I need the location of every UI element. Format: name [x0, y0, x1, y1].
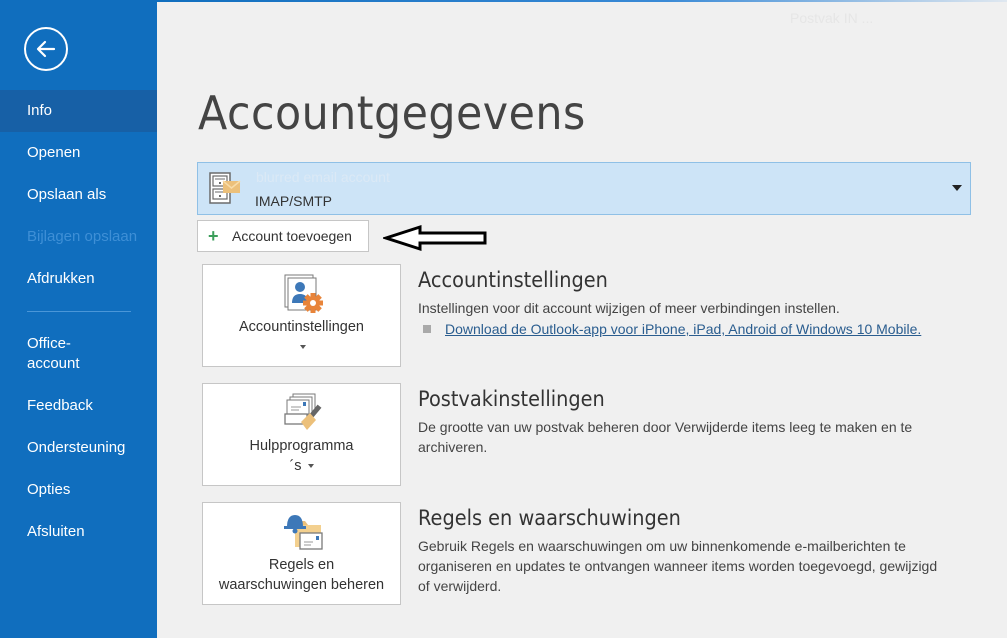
- account-settings-tile[interactable]: Accountinstellingen: [202, 264, 401, 367]
- page-title: Accountgegevens: [198, 86, 586, 140]
- file-cabinet-mail-icon: [209, 172, 241, 204]
- sidebar-item-office-account[interactable]: Office-account: [0, 323, 90, 385]
- section-heading: Regels en waarschuwingen: [418, 506, 681, 530]
- sidebar-item-bijlagen-opslaan: Bijlagen opslaan: [27, 228, 138, 245]
- section-heading: Postvakinstellingen: [418, 387, 605, 411]
- caret-down-icon: [299, 345, 306, 350]
- download-outlook-app-link[interactable]: Download de Outlook-app voor iPhone, iPa…: [445, 321, 921, 337]
- account-type: IMAP/SMTP: [255, 193, 333, 209]
- bullet-icon: [423, 325, 431, 333]
- sidebar-item-info[interactable]: Info: [0, 90, 157, 132]
- sidebar-item-opslaan-als[interactable]: Opslaan als: [0, 174, 157, 216]
- tools-tile-label: Hulpprogramma ´s: [203, 436, 400, 476]
- sidebar-item-feedback[interactable]: Feedback: [0, 385, 157, 427]
- plus-icon: +: [208, 226, 219, 246]
- sidebar-item-afsluiten[interactable]: Afsluiten: [0, 511, 157, 553]
- tile-label-line1: Hulpprogramma: [249, 438, 354, 454]
- account-selector[interactable]: blurred email account IMAP/SMTP: [197, 162, 971, 215]
- rules-alerts-section: Regels en waarschuwingen Gebruik Regels …: [418, 506, 988, 596]
- sidebar-divider: [27, 311, 131, 312]
- rules-alerts-bell-folder-icon: [284, 515, 323, 550]
- tile-label-line2: ´s: [289, 458, 302, 474]
- add-account-button[interactable]: + Account toevoegen: [197, 220, 369, 252]
- sidebar-item-afdrukken[interactable]: Afdrukken: [0, 258, 157, 300]
- rules-alerts-tile[interactable]: Regels en waarschuwingen beheren: [202, 502, 401, 605]
- section-heading: Accountinstellingen: [418, 268, 608, 292]
- add-account-label: Account toevoegen: [232, 228, 352, 244]
- caret-down-icon: [307, 464, 314, 469]
- chevron-down-icon[interactable]: [952, 185, 962, 191]
- section-description: Gebruik Regels en waarschuwingen om uw b…: [418, 538, 938, 594]
- section-description: Instellingen voor dit account wijzigen o…: [418, 300, 840, 316]
- account-settings-tile-label: Accountinstellingen: [203, 317, 400, 357]
- faded-status-text: Postvak IN ...: [790, 10, 874, 26]
- title-bar-accent: [157, 0, 1007, 2]
- arrow-left-icon: [36, 40, 56, 58]
- mailbox-cleanup-broom-icon: [284, 393, 322, 430]
- tools-tile[interactable]: Hulpprogramma ´s: [202, 383, 401, 486]
- account-settings-gear-icon: [284, 274, 323, 313]
- mailbox-settings-section: Postvakinstellingen De grootte van uw po…: [418, 387, 988, 457]
- arrow-left-outline-icon: [383, 224, 487, 252]
- section-description: De grootte van uw postvak beheren door V…: [418, 419, 913, 455]
- account-settings-section: Accountinstellingen Instellingen voor di…: [418, 268, 988, 337]
- sidebar-item-ondersteuning[interactable]: Ondersteuning: [0, 427, 157, 469]
- backstage-sidebar: Info Openen Opslaan als Bijlagen opslaan…: [0, 0, 157, 638]
- back-button[interactable]: [24, 27, 68, 71]
- link-row: Download de Outlook-app voor iPhone, iPa…: [418, 321, 988, 337]
- sidebar-item-opties[interactable]: Opties: [0, 469, 157, 511]
- tile-label-line2: waarschuwingen beheren: [218, 577, 385, 593]
- tile-label-text: Accountinstellingen: [239, 319, 364, 335]
- sidebar-item-openen[interactable]: Openen: [0, 132, 157, 174]
- rules-alerts-tile-label: Regels en waarschuwingen beheren: [203, 555, 400, 595]
- tile-label-line1: Regels en: [268, 557, 335, 573]
- account-email: blurred email account: [256, 169, 390, 185]
